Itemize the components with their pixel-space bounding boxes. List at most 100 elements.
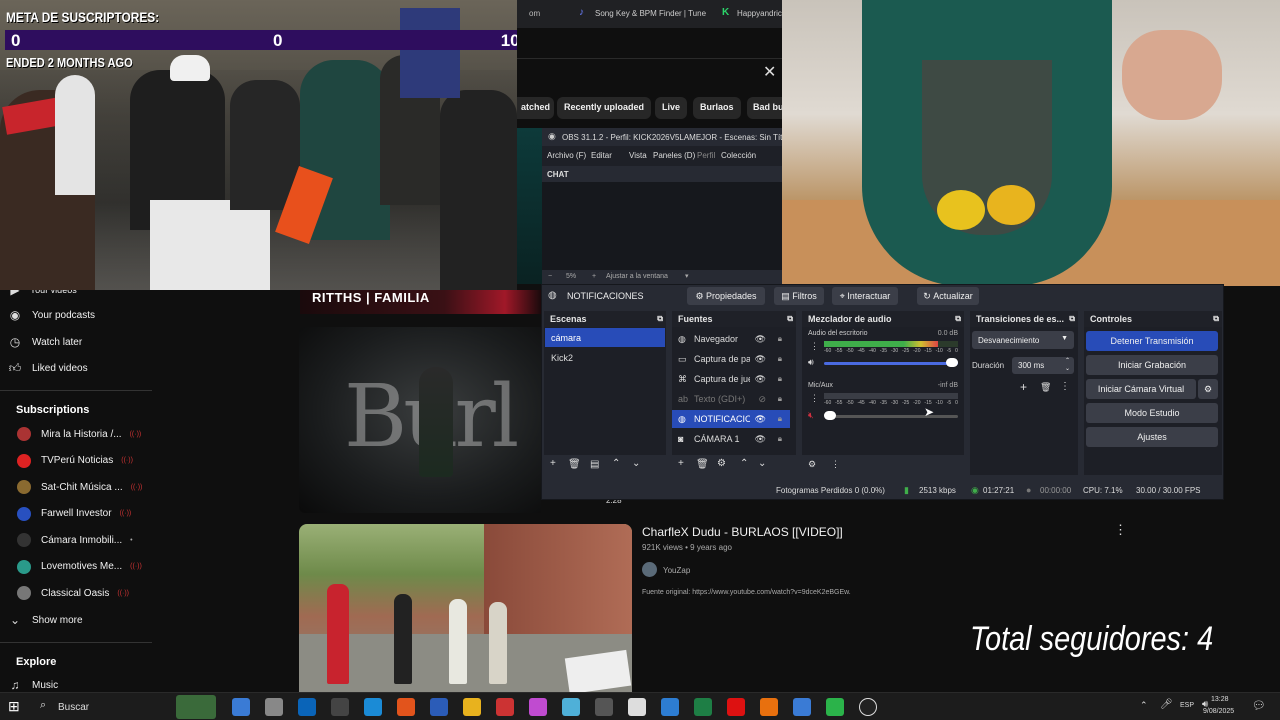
- scene-item-kick2[interactable]: Kick2: [545, 348, 665, 367]
- chip-live[interactable]: Live: [655, 97, 688, 119]
- spin-arrows-icon[interactable]: ⌃ ⌄: [1065, 357, 1070, 373]
- lock-icon[interactable]: 🔒︎: [778, 434, 782, 444]
- refresh-button[interactable]: ↻ Actualizar: [917, 287, 979, 305]
- filters-button[interactable]: ▤ Filtros: [774, 287, 824, 305]
- tab-fragment[interactable]: om: [529, 9, 540, 18]
- word-icon[interactable]: [430, 698, 448, 716]
- more-options-icon[interactable]: ⋮: [1114, 522, 1127, 538]
- zoom-out-button[interactable]: −: [548, 273, 552, 280]
- source-item[interactable]: ⌘ Captura de jue 👁︎ 🔒︎: [672, 370, 790, 388]
- monitor-icon[interactable]: [793, 698, 811, 716]
- channel-menu-icon[interactable]: ⋮: [810, 341, 819, 352]
- undock-icon[interactable]: ⧉: [1069, 314, 1075, 324]
- tab-happyandric[interactable]: Happyandric: [737, 9, 782, 18]
- chatgpt-icon[interactable]: [265, 698, 283, 716]
- chip-bad-bunny[interactable]: Bad bu: [747, 97, 782, 119]
- obs-icon[interactable]: [859, 698, 877, 716]
- chip-watched[interactable]: atched: [517, 97, 555, 119]
- whatsapp-icon[interactable]: [826, 698, 844, 716]
- obs-menu-item[interactable]: Archivo (F): [547, 151, 586, 160]
- volume-slider[interactable]: [824, 415, 958, 418]
- edge-icon[interactable]: [364, 698, 382, 716]
- tiles-icon[interactable]: [496, 698, 514, 716]
- outlook-icon[interactable]: [298, 698, 316, 716]
- channel-avatar[interactable]: [642, 562, 657, 577]
- subscription-item[interactable]: Lovemotives Me... ((·)): [0, 554, 160, 580]
- source-item[interactable]: ◙ CÁMARA 1 👁︎ 🔒︎: [672, 430, 790, 448]
- video-thumbnail-burlaos-2[interactable]: [299, 524, 632, 692]
- close-icon[interactable]: ✕: [763, 62, 776, 82]
- obs-menu-item[interactable]: Vista: [629, 151, 647, 160]
- add-transition-button[interactable]: +: [1020, 380, 1027, 394]
- notes-icon[interactable]: [562, 698, 580, 716]
- scene-filters-button[interactable]: ▤: [590, 459, 599, 470]
- source-item[interactable]: ◍ Navegador 👁︎ 🔒︎: [672, 330, 790, 348]
- clock-date[interactable]: 9/08/2025: [1203, 708, 1234, 715]
- obs-menu-item[interactable]: Colección: [721, 151, 756, 160]
- channel-menu-icon[interactable]: ⋮: [810, 393, 819, 404]
- speaker-icon[interactable]: 🔊︎: [808, 357, 814, 368]
- lock-icon[interactable]: 🔒︎: [778, 394, 782, 404]
- eye-icon[interactable]: 👁︎: [755, 334, 766, 345]
- lock-icon[interactable]: 🔒︎: [778, 414, 782, 424]
- chip-recently-uploaded[interactable]: Recently uploaded: [557, 97, 652, 119]
- subscription-item[interactable]: TVPerú Noticias ((·)): [0, 448, 160, 474]
- subscription-item[interactable]: Cámara Inmobili... •: [0, 527, 160, 553]
- channel-name[interactable]: YouZap: [663, 566, 690, 575]
- lock-icon[interactable]: 🔒︎: [778, 354, 782, 364]
- move-down-button[interactable]: ⌄: [632, 458, 640, 469]
- gear-icon[interactable]: ⚙: [717, 458, 726, 469]
- copilot-icon[interactable]: [232, 698, 250, 716]
- language-indicator[interactable]: ESP: [1180, 702, 1194, 709]
- undock-icon[interactable]: ⧉: [657, 314, 663, 324]
- fit-window-select[interactable]: Ajustar a la ventana: [606, 273, 668, 280]
- eye-icon[interactable]: 👁︎: [755, 414, 766, 425]
- virtual-camera-settings-button[interactable]: ⚙: [1198, 379, 1218, 399]
- tab-song-key[interactable]: Song Key & BPM Finder | Tune: [595, 9, 706, 18]
- sidebar-item-podcasts[interactable]: ◉ Your podcasts: [0, 302, 160, 328]
- lock-icon[interactable]: 🔒︎: [778, 334, 782, 344]
- obs-menu-item[interactable]: Editar: [591, 151, 612, 160]
- lock-icon[interactable]: 🔒︎: [778, 374, 782, 384]
- source-item[interactable]: ab Texto (GDI+) ⊘ 🔒︎: [672, 390, 790, 408]
- subscription-item[interactable]: Sat-Chit Música ... ((·)): [0, 474, 160, 500]
- chevron-up-icon[interactable]: ⌃: [1140, 700, 1148, 711]
- interact-button[interactable]: ⌖ Interactuar: [832, 287, 898, 305]
- subscription-item[interactable]: Mira la Historia /... ((·)): [0, 421, 160, 447]
- microphone-icon[interactable]: 🎤︎: [1160, 699, 1173, 710]
- notion-icon[interactable]: [628, 698, 646, 716]
- volume-slider-handle[interactable]: [824, 411, 836, 420]
- stop-streaming-button[interactable]: Detener Transmisión: [1086, 331, 1218, 351]
- transition-select[interactable]: Desvanecimiento ▼: [972, 331, 1074, 349]
- volume-slider-handle[interactable]: [946, 358, 958, 367]
- settings-button[interactable]: Ajustes: [1086, 427, 1218, 447]
- add-source-button[interactable]: +: [678, 458, 684, 469]
- windows-start-icon[interactable]: ⊞: [8, 698, 20, 715]
- drop-icon[interactable]: [529, 698, 547, 716]
- firefox-icon[interactable]: [760, 698, 778, 716]
- more-options-icon[interactable]: ⋮: [1060, 381, 1070, 392]
- video-thumbnail-top[interactable]: RITTHS | FAMILIA: [300, 290, 541, 314]
- explorer-icon[interactable]: [463, 698, 481, 716]
- show-more-button[interactable]: ⌄ Show more: [0, 607, 160, 633]
- video-thumbnail-burlaos-1[interactable]: Burl: [299, 327, 541, 513]
- zoom-in-button[interactable]: +: [592, 273, 596, 280]
- volume-slider[interactable]: [824, 362, 958, 365]
- notification-icon[interactable]: 💬︎: [1252, 699, 1266, 712]
- add-scene-button[interactable]: +: [550, 458, 556, 469]
- obs-menu-item[interactable]: Paneles (D): [653, 151, 695, 160]
- clock-time[interactable]: 13:28: [1211, 696, 1229, 703]
- start-recording-button[interactable]: Iniciar Grabación: [1086, 355, 1218, 375]
- excel-icon[interactable]: [694, 698, 712, 716]
- calc-icon[interactable]: [595, 698, 613, 716]
- studio-mode-button[interactable]: Modo Estudio: [1086, 403, 1218, 423]
- eye-hidden-icon[interactable]: ⊘: [758, 394, 766, 405]
- gear-icon[interactable]: ⚙: [808, 459, 816, 470]
- eye-icon[interactable]: 👁︎: [755, 354, 766, 365]
- taskbar-search[interactable]: ⌕ Buscar: [34, 696, 164, 718]
- source-item[interactable]: ◍ NOTIFICACION 👁︎ 🔒︎: [672, 410, 790, 428]
- scene-item-camara[interactable]: cámara: [545, 328, 665, 347]
- duration-spinbox[interactable]: 300 ms ⌃ ⌄: [1012, 357, 1074, 374]
- start-virtual-camera-button[interactable]: Iniciar Cámara Virtual: [1086, 379, 1196, 399]
- mic-muted-icon[interactable]: 🔇︎: [808, 410, 814, 421]
